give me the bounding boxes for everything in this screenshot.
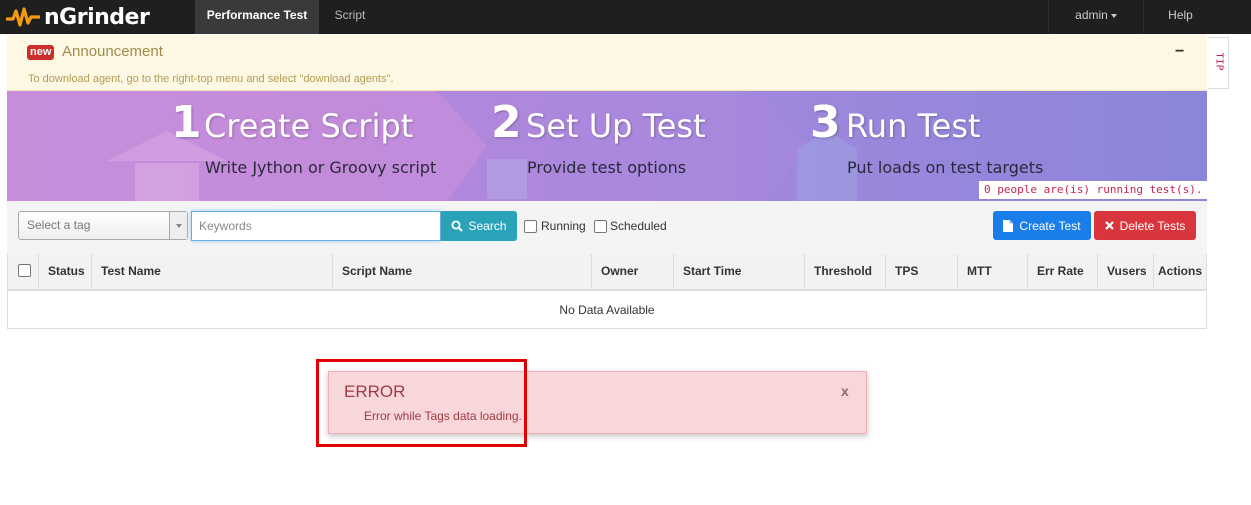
top-navbar: nGrinder Performance Test Script admin H… [0, 0, 1251, 34]
column-header-err-rate[interactable]: Err Rate [1028, 254, 1098, 291]
column-header-status[interactable]: Status [39, 254, 92, 291]
column-header-threshold[interactable]: Threshold [805, 254, 886, 291]
step-2-title: Set Up Test [526, 107, 706, 145]
running-checkbox[interactable] [524, 220, 537, 233]
close-icon [1104, 221, 1114, 230]
delete-tests-label: Delete Tests [1119, 218, 1186, 233]
step-3-subtitle: Put loads on test targets [847, 158, 1044, 177]
tab-script[interactable]: Script [319, 0, 381, 34]
user-name: admin [1075, 8, 1108, 22]
announcement-panel: new Announcement To download agent, go t… [7, 35, 1207, 91]
tag-select-placeholder: Select a tag [27, 218, 91, 232]
tab-performance-test[interactable]: Performance Test [195, 0, 319, 34]
pulse-wave-icon [6, 6, 40, 28]
tag-select[interactable]: Select a tag [18, 211, 188, 240]
dropdown-arrow-icon [169, 212, 187, 239]
column-header-tps[interactable]: TPS [886, 254, 958, 291]
collapse-button[interactable]: − [1175, 43, 1184, 61]
column-header-owner[interactable]: Owner [592, 254, 674, 291]
file-icon [1003, 219, 1014, 232]
brand-name: nGrinder [44, 4, 150, 30]
user-menu[interactable]: admin [1048, 0, 1143, 34]
step-2-number: 2 [491, 97, 522, 148]
scheduled-checkbox[interactable] [594, 220, 607, 233]
column-header-mtt[interactable]: MTT [958, 254, 1028, 291]
keywords-input[interactable] [191, 211, 441, 241]
search-icon [451, 220, 464, 232]
empty-table-message: No Data Available [559, 303, 655, 317]
test-list-toolbar: Select a tag Search Running Scheduled Cr… [7, 201, 1207, 254]
step-3-title: Run Test [846, 107, 981, 145]
error-highlight-box [316, 359, 527, 447]
table-header: Status Test Name Script Name Owner Start… [8, 254, 1206, 291]
test-table: Status Test Name Script Name Owner Start… [7, 254, 1207, 329]
create-test-label: Create Test [1019, 218, 1081, 233]
steps-banner: 1 Create Script Write Jython or Groovy s… [7, 91, 1207, 201]
header-select-cell [8, 254, 39, 291]
announcement-title[interactable]: Announcement [62, 43, 163, 60]
select-all-checkbox[interactable] [18, 264, 31, 277]
announcement-text: To download agent, go to the right-top m… [28, 73, 394, 85]
tip-tab[interactable]: TIP [1208, 37, 1229, 89]
running-tests-note: 0 people are(is) running test(s). [979, 181, 1207, 199]
step-1-subtitle: Write Jython or Groovy script [205, 158, 437, 177]
step-2-subtitle: Provide test options [527, 158, 687, 177]
column-header-start-time[interactable]: Start Time [674, 254, 805, 291]
step-3-number: 3 [810, 97, 841, 148]
search-button-label: Search [468, 219, 507, 233]
toast-close-button[interactable]: x [841, 383, 849, 399]
column-header-vusers[interactable]: Vusers [1098, 254, 1154, 291]
column-header-script-name[interactable]: Script Name [333, 254, 592, 291]
tip-label: TIP [1213, 52, 1225, 71]
brand[interactable]: nGrinder [6, 2, 150, 32]
running-label: Running [541, 219, 586, 233]
column-header-test-name[interactable]: Test Name [92, 254, 333, 291]
scheduled-label: Scheduled [610, 219, 667, 233]
column-header-actions: Actions [1158, 264, 1203, 278]
delete-tests-button[interactable]: Delete Tests [1094, 211, 1196, 240]
help-link[interactable]: Help [1143, 0, 1217, 34]
step-1-title: Create Script [204, 107, 414, 145]
new-badge: new [27, 45, 55, 60]
step-1-number: 1 [171, 97, 202, 148]
create-test-button[interactable]: Create Test [993, 211, 1091, 240]
caret-down-icon [1110, 13, 1117, 18]
search-button[interactable]: Search [441, 211, 517, 241]
